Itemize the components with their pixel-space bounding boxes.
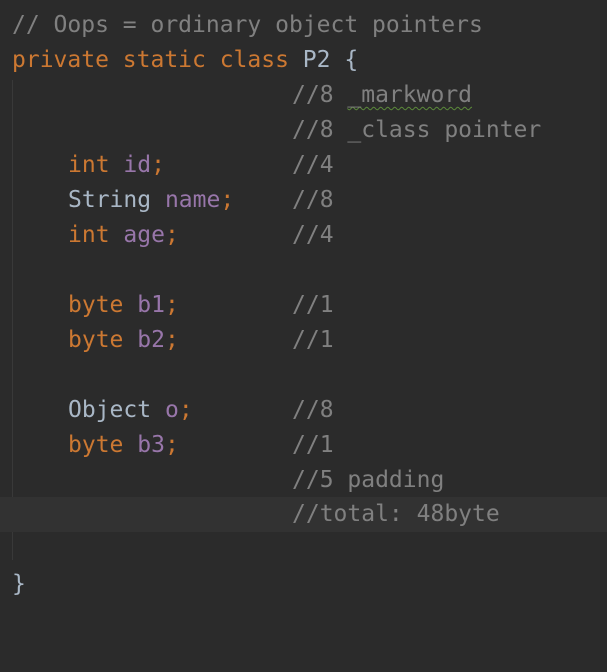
size-comment: //8 [292,397,334,423]
field-type: int [68,222,110,248]
field-name: id [123,152,152,178]
field-type: String [68,187,152,213]
class-modifiers: private static class [12,47,303,73]
code-line-3[interactable]: //8 _markword [0,78,607,113]
field-type: int [68,152,110,178]
size-comment: //1 [292,327,334,353]
field-name: b2 [137,327,165,353]
field-type: byte [68,432,124,458]
field-line-b3[interactable]: byte b3; //1 [0,428,607,463]
field-name: b1 [137,292,165,318]
field-line-name[interactable]: String name; //8 [0,183,607,218]
class-pointer-size: //8 [292,117,348,143]
field-line-o[interactable]: Object o; //8 [0,393,607,428]
code-editor[interactable]: // Oops = ordinary object pointers priva… [0,0,607,608]
close-brace: } [12,571,26,597]
markword-label: _markword [347,82,473,108]
padding-comment: //5 padding [292,467,445,493]
field-type: byte [68,327,124,353]
code-line-4[interactable]: //8 _class pointer [0,113,607,148]
class-name: P2 [302,47,331,73]
size-comment: //1 [292,292,334,318]
closing-line[interactable]: } [0,567,607,602]
size-comment: //4 [292,152,334,178]
markword-size: //8 [292,82,348,108]
code-line-1[interactable]: // Oops = ordinary object pointers [0,8,607,43]
field-name: o [164,397,179,423]
padding-line[interactable]: //5 padding [0,463,607,498]
field-line-b2[interactable]: byte b2; //1 [0,323,607,358]
field-line-b1[interactable]: byte b1; //1 [0,288,607,323]
open-brace: { [330,47,359,73]
field-line-age[interactable]: int age; //4 [0,218,607,253]
size-comment: //8 [292,187,334,213]
field-type: byte [68,292,124,318]
header-comment: // Oops = ordinary object pointers [12,12,483,38]
field-name: b3 [137,432,165,458]
field-name: name [164,187,221,213]
total-comment: //total: 48byte [292,501,500,527]
code-line-2[interactable]: private static class P2 { [0,43,607,78]
current-line-total[interactable]: //total: 48byte [0,497,607,532]
field-type: Object [68,397,152,423]
size-comment: //4 [292,222,334,248]
field-line-id[interactable]: int id; //4 [0,148,607,183]
size-comment: //1 [292,432,334,458]
class-pointer-label: _class pointer [347,117,542,143]
field-name: age [123,222,165,248]
